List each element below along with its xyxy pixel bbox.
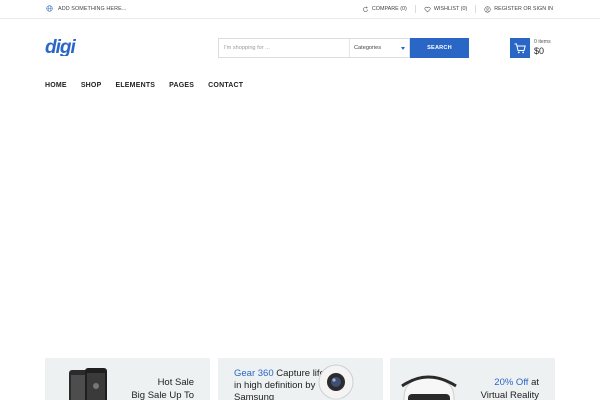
search-bar: Categories SEARCH (218, 38, 469, 58)
cart-items-count: 0 items (534, 39, 551, 46)
banner-1-line-2: Big Sale Up To (131, 390, 194, 400)
banner-3-accent: 20% Off (494, 377, 529, 388)
cart-button[interactable] (510, 38, 530, 58)
top-promo-text: ADD SOMETHING HERE... (58, 5, 127, 12)
wishlist-label: WISHLIST (0) (433, 6, 468, 12)
logo-text: digi (45, 38, 76, 56)
refresh-icon (363, 5, 368, 12)
banner-3-rest: at (528, 377, 539, 388)
compare-label: COMPARE (0) (371, 6, 407, 12)
divider (414, 5, 416, 13)
nav-item-contact[interactable]: CONTACT (208, 82, 243, 89)
promo-banner-phone[interactable]: Hot Sale Big Sale Up To (45, 358, 210, 400)
main-nav: HOME SHOP ELEMENTS PAGES CONTACT (45, 82, 257, 89)
phone-image (69, 368, 107, 400)
search-button[interactable]: SEARCH (410, 38, 469, 58)
cart-total: $0 (534, 45, 545, 56)
banner-1-line-1: Hot Sale (157, 377, 194, 388)
promo-banner-gear360[interactable]: Gear 360 Capture life in high definition… (218, 358, 383, 400)
chevron-down-icon (401, 46, 405, 50)
vr-headset-image (401, 375, 457, 400)
nav-item-shop[interactable]: SHOP (81, 82, 102, 89)
mini-cart[interactable]: 0 items $0 (510, 38, 551, 58)
nav-item-elements[interactable]: ELEMENTS (115, 82, 155, 89)
search-input[interactable] (219, 39, 349, 57)
account-label: REGISTER OR SIGN IN (494, 6, 553, 12)
account-link[interactable]: REGISTER OR SIGN IN (484, 5, 553, 13)
category-select[interactable]: Categories (349, 39, 409, 57)
category-label: Categories (354, 45, 382, 51)
cart-info: 0 items $0 (534, 40, 551, 55)
compare-link[interactable]: COMPARE (0) (362, 5, 407, 13)
banner-3-line-2: Virtual Reality (480, 390, 539, 400)
banner-2-accent: Gear 360 (234, 368, 274, 379)
promo-banner-vr[interactable]: 20% Off at Virtual Reality (390, 358, 555, 400)
banner-3-line-1: 20% Off at (494, 377, 539, 389)
nav-item-pages[interactable]: PAGES (169, 82, 194, 89)
search-box: Categories (218, 38, 410, 58)
digi-logo[interactable]: digi (45, 38, 91, 56)
camera-image (318, 364, 354, 400)
wishlist-link[interactable]: WISHLIST (0) (424, 6, 467, 13)
top-links: COMPARE (0) WISHLIST (0) REGISTER OR SIG… (362, 5, 553, 13)
top-promo: ADD SOMETHING HERE... (46, 5, 127, 12)
divider (475, 5, 477, 13)
top-bar: ADD SOMETHING HERE... COMPARE (0) WISHLI… (0, 0, 600, 19)
heart-icon (424, 6, 431, 12)
user-icon (484, 5, 491, 13)
globe-icon (46, 5, 53, 12)
shopping-cart-icon (514, 43, 526, 53)
nav-item-home[interactable]: HOME (45, 82, 67, 89)
